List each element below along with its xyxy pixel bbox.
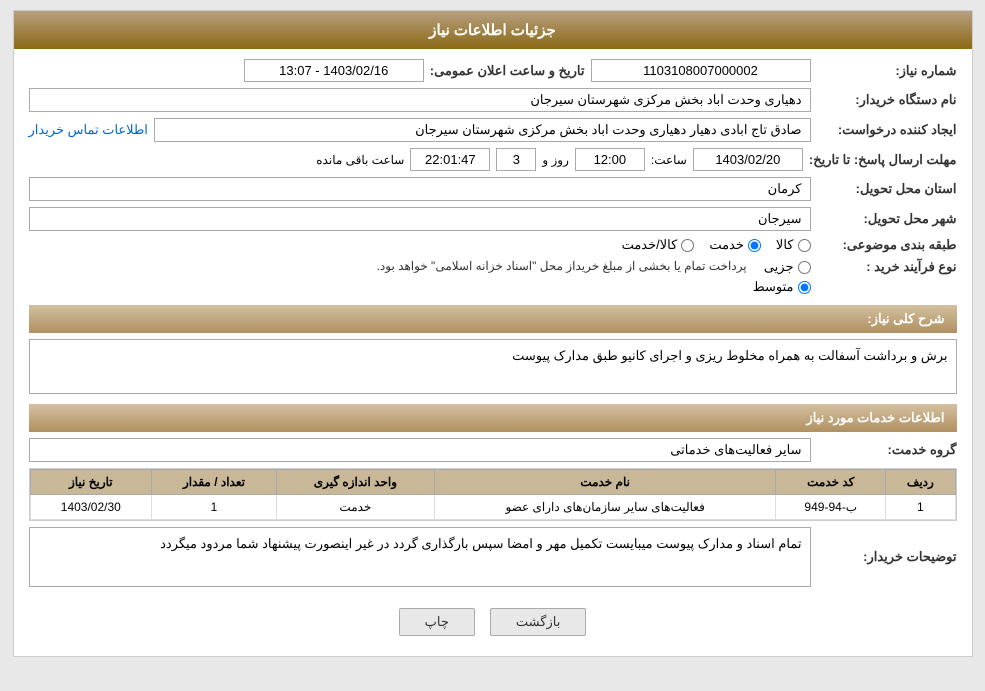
main-container: جزئیات اطلاعات نیاز شماره نیاز: 11031080… — [13, 10, 973, 657]
cell-service-name: فعالیت‌های سایر سازمان‌های دارای عضو — [434, 495, 775, 520]
creator-label: ایجاد کننده درخواست: — [817, 122, 957, 138]
purchase-options: جزیی متوسط — [753, 259, 811, 295]
services-section-title: اطلاعات خدمات مورد نیاز — [806, 410, 944, 425]
buyer-station-row: نام دستگاه خریدار: دهیاری وحدت اباد بخش … — [29, 88, 957, 112]
buyer-station-value: دهیاری وحدت اباد بخش مرکزی شهرستان سیرجا… — [29, 88, 811, 112]
category-option-kala: کالا — [776, 237, 811, 253]
purchase-type-row: نوع فرآیند خرید : جزیی متوسط پرداخت تمام… — [29, 259, 957, 295]
creator-row: ایجاد کننده درخواست: صادق تاج ابادی دهیا… — [29, 118, 957, 142]
purchase-radio-jozei[interactable] — [798, 261, 811, 274]
col-row-num: ردیف — [886, 470, 955, 495]
deadline-label: مهلت ارسال پاسخ: تا تاریخ: — [809, 152, 957, 168]
deadline-day-label: روز و — [542, 153, 569, 167]
city-label: شهر محل تحویل: — [817, 211, 957, 227]
buyer-station-label: نام دستگاه خریدار: — [817, 92, 957, 108]
back-button[interactable]: بازگشت — [490, 608, 586, 636]
footer-buttons: بازگشت چاپ — [29, 593, 957, 646]
cell-date: 1403/02/30 — [30, 495, 152, 520]
col-service-name: نام خدمت — [434, 470, 775, 495]
purchase-label-motavasset: متوسط — [753, 279, 794, 295]
cell-row-num: 1 — [886, 495, 955, 520]
category-label-kala-khedmat: کالا/خدمت — [622, 237, 678, 253]
table-row: 1 ب-94-949 فعالیت‌های سایر سازمان‌های دا… — [30, 495, 955, 520]
services-table-container: ردیف کد خدمت نام خدمت واحد اندازه گیری ت… — [29, 468, 957, 521]
cell-quantity: 1 — [152, 495, 277, 520]
deadline-date: 1403/02/20 — [693, 148, 803, 171]
col-date: تاریخ نیاز — [30, 470, 152, 495]
deadline-remaining-label: ساعت باقی مانده — [316, 153, 404, 167]
category-label: طبقه بندی موضوعی: — [817, 237, 957, 253]
deadline-row: مهلت ارسال پاسخ: تا تاریخ: 1403/02/20 سا… — [29, 148, 957, 171]
services-table: ردیف کد خدمت نام خدمت واحد اندازه گیری ت… — [30, 469, 956, 520]
need-number-value: 1103108007000002 — [591, 59, 811, 82]
category-radio-khedmat[interactable] — [748, 239, 761, 252]
need-number-label: شماره نیاز: — [817, 63, 957, 79]
need-desc-row: برش و برداشت آسفالت به همراه مخلوط ریزی … — [29, 339, 957, 394]
deadline-time: 12:00 — [575, 148, 645, 171]
page-title: جزئیات اطلاعات نیاز — [429, 22, 556, 39]
purchase-type-desc: پرداخت تمام یا بخشی از مبلغ خریداز محل "… — [29, 259, 747, 273]
announce-value: 1403/02/16 - 13:07 — [244, 59, 424, 82]
service-group-label: گروه خدمت: — [817, 442, 957, 458]
purchase-option-jozei: جزیی — [753, 259, 811, 275]
province-label: استان محل تحویل: — [817, 181, 957, 197]
category-label-khedmat: خدمت — [709, 237, 744, 253]
need-number-row: شماره نیاز: 1103108007000002 تاریخ و ساع… — [29, 59, 957, 82]
creator-value: صادق تاج ابادی دهیار دهیاری وحدت اباد بخ… — [154, 118, 811, 142]
purchase-type-label: نوع فرآیند خرید : — [817, 259, 957, 275]
province-row: استان محل تحویل: کرمان — [29, 177, 957, 201]
page-header: جزئیات اطلاعات نیاز — [14, 11, 972, 49]
province-value: کرمان — [29, 177, 811, 201]
buyer-desc-label: توضیحات خریدار: — [817, 549, 957, 565]
city-row: شهر محل تحویل: سیرجان — [29, 207, 957, 231]
col-quantity: تعداد / مقدار — [152, 470, 277, 495]
category-options: کالا خدمت کالا/خدمت — [622, 237, 811, 253]
category-row: طبقه بندی موضوعی: کالا خدمت کالا/خدمت — [29, 237, 957, 253]
purchase-option-motavasset: متوسط — [753, 279, 811, 295]
cell-service-code: ب-94-949 — [776, 495, 886, 520]
category-radio-kala[interactable] — [798, 239, 811, 252]
deadline-remaining: 22:01:47 — [410, 148, 490, 171]
purchase-radio-motavasset[interactable] — [798, 281, 811, 294]
need-desc-section-header: شرح کلی نیاز: — [29, 305, 957, 333]
city-value: سیرجان — [29, 207, 811, 231]
buyer-desc-row: توضیحات خریدار: تمام اسناد و مدارک پیوست… — [29, 527, 957, 587]
buyer-desc-value: تمام اسناد و مدارک پیوست میبایست تکمیل م… — [29, 527, 811, 587]
purchase-label-jozei: جزیی — [764, 259, 794, 275]
service-group-row: گروه خدمت: سایر فعالیت‌های خدماتی — [29, 438, 957, 462]
category-option-kala-khedmat: کالا/خدمت — [622, 237, 695, 253]
col-unit: واحد اندازه گیری — [276, 470, 434, 495]
content-area: شماره نیاز: 1103108007000002 تاریخ و ساع… — [14, 49, 972, 656]
table-header-row: ردیف کد خدمت نام خدمت واحد اندازه گیری ت… — [30, 470, 955, 495]
contact-link[interactable]: اطلاعات تماس خریدار — [29, 122, 148, 138]
col-service-code: کد خدمت — [776, 470, 886, 495]
need-desc-section-title: شرح کلی نیاز: — [867, 311, 944, 326]
category-label-kala: کالا — [776, 237, 794, 253]
services-section-header: اطلاعات خدمات مورد نیاز — [29, 404, 957, 432]
announce-label: تاریخ و ساعت اعلان عمومی: — [430, 63, 585, 79]
need-desc-value: برش و برداشت آسفالت به همراه مخلوط ریزی … — [29, 339, 957, 394]
category-option-khedmat: خدمت — [709, 237, 761, 253]
print-button[interactable]: چاپ — [399, 608, 475, 636]
deadline-days: 3 — [496, 148, 536, 171]
deadline-time-label: ساعت: — [651, 153, 687, 167]
category-radio-kala-khedmat[interactable] — [681, 239, 694, 252]
cell-unit: خدمت — [276, 495, 434, 520]
service-group-value: سایر فعالیت‌های خدماتی — [29, 438, 811, 462]
